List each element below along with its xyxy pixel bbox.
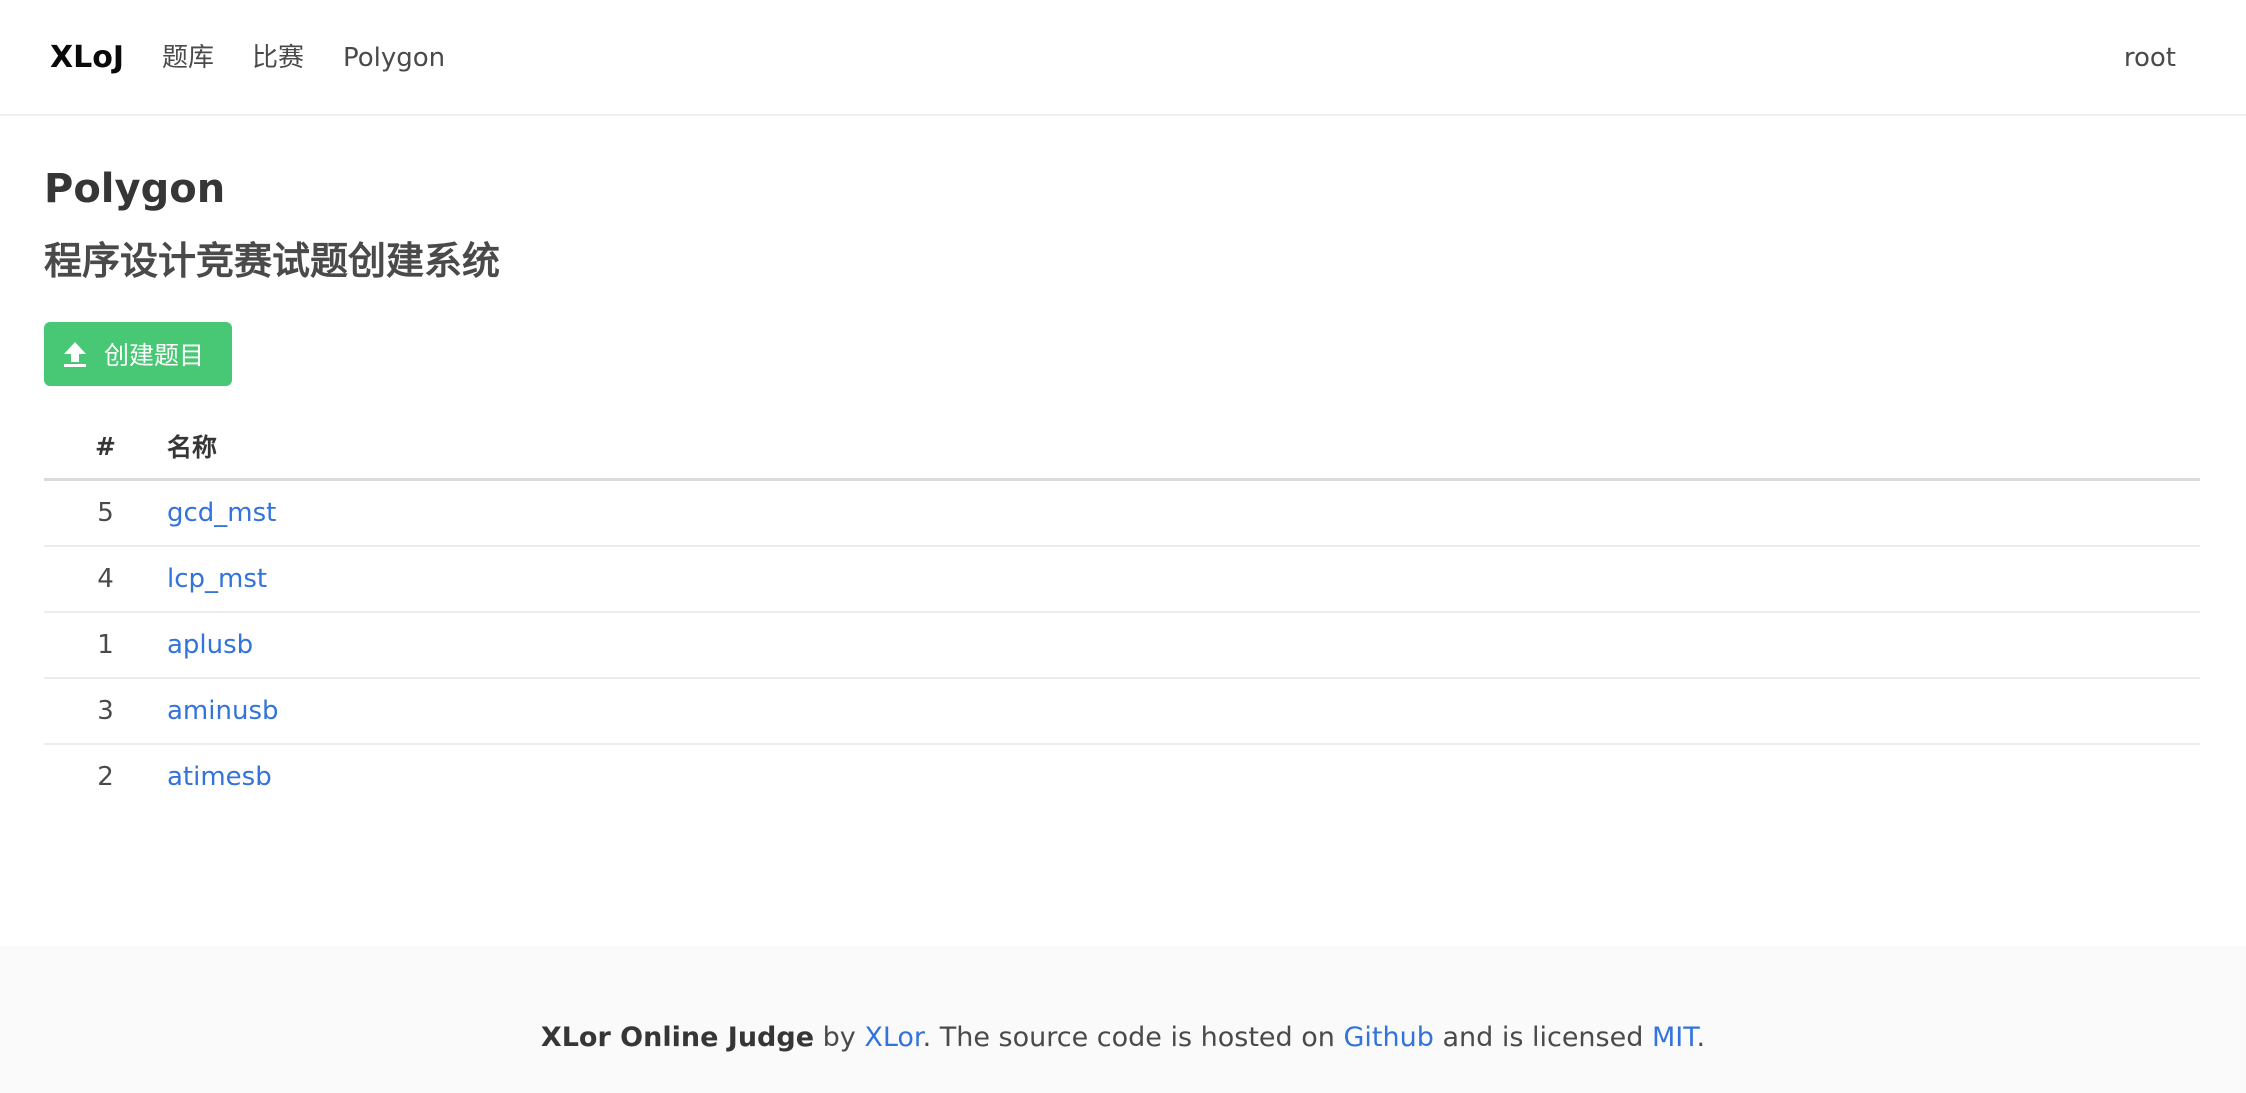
navbar: XLoJ 题库 比赛 Polygon root [0, 0, 2246, 116]
brand-logo[interactable]: XLoJ [50, 36, 124, 80]
table-row: 2 atimesb [44, 744, 2200, 809]
page-subtitle: 程序设计竞赛试题创建系统 [44, 239, 501, 283]
nav-item-problems[interactable]: 题库 [162, 38, 214, 78]
problem-id: 4 [44, 546, 167, 613]
problem-link[interactable]: gcd_mst [167, 498, 276, 528]
problem-link[interactable]: lcp_mst [167, 564, 267, 594]
problem-id: 1 [44, 612, 167, 679]
footer: XLor Online Judge by XLor. The source co… [0, 946, 2246, 1093]
footer-text: XLor Online Judge by XLor. The source co… [541, 1022, 1705, 1053]
table-row: 3 aminusb [44, 678, 2200, 745]
footer-licensed-text: and is licensed [1442, 1022, 1644, 1053]
problem-link[interactable]: aminusb [167, 696, 279, 726]
footer-author-link[interactable]: XLor [864, 1022, 922, 1053]
problem-link[interactable]: atimesb [167, 762, 272, 792]
table-row: 5 gcd_mst [44, 479, 2200, 547]
create-problem-button[interactable]: 创建题目 [44, 322, 232, 386]
user-menu[interactable]: root [2124, 38, 2176, 78]
column-header-id: # [44, 414, 167, 481]
footer-end: . [1696, 1022, 1706, 1053]
footer-github-link[interactable]: Github [1343, 1022, 1433, 1053]
footer-license-link[interactable]: MIT [1652, 1022, 1697, 1053]
upload-icon [62, 340, 88, 368]
table-row: 1 aplusb [44, 612, 2200, 679]
page-title: Polygon [44, 166, 226, 212]
nav-item-contests[interactable]: 比赛 [252, 38, 304, 78]
problems-table: # 名称 5 gcd_mst 4 lcp_mst 1 aplusb 3 amin… [44, 414, 2200, 809]
footer-by: by [822, 1022, 856, 1053]
problem-id: 2 [97, 762, 114, 792]
footer-project-name: XLor Online Judge [540, 1022, 815, 1053]
create-problem-label: 创建题目 [104, 341, 205, 370]
problem-id: 3 [44, 678, 167, 745]
problem-id: 5 [44, 479, 167, 547]
problem-link[interactable]: aplusb [167, 630, 253, 660]
nav-item-polygon[interactable]: Polygon [343, 38, 445, 78]
column-header-name: 名称 [167, 414, 2200, 481]
footer-hosted-text: . The source code is hosted on [922, 1022, 1335, 1053]
table-header-row: # 名称 [44, 414, 2200, 481]
table-row: 4 lcp_mst [44, 546, 2200, 613]
